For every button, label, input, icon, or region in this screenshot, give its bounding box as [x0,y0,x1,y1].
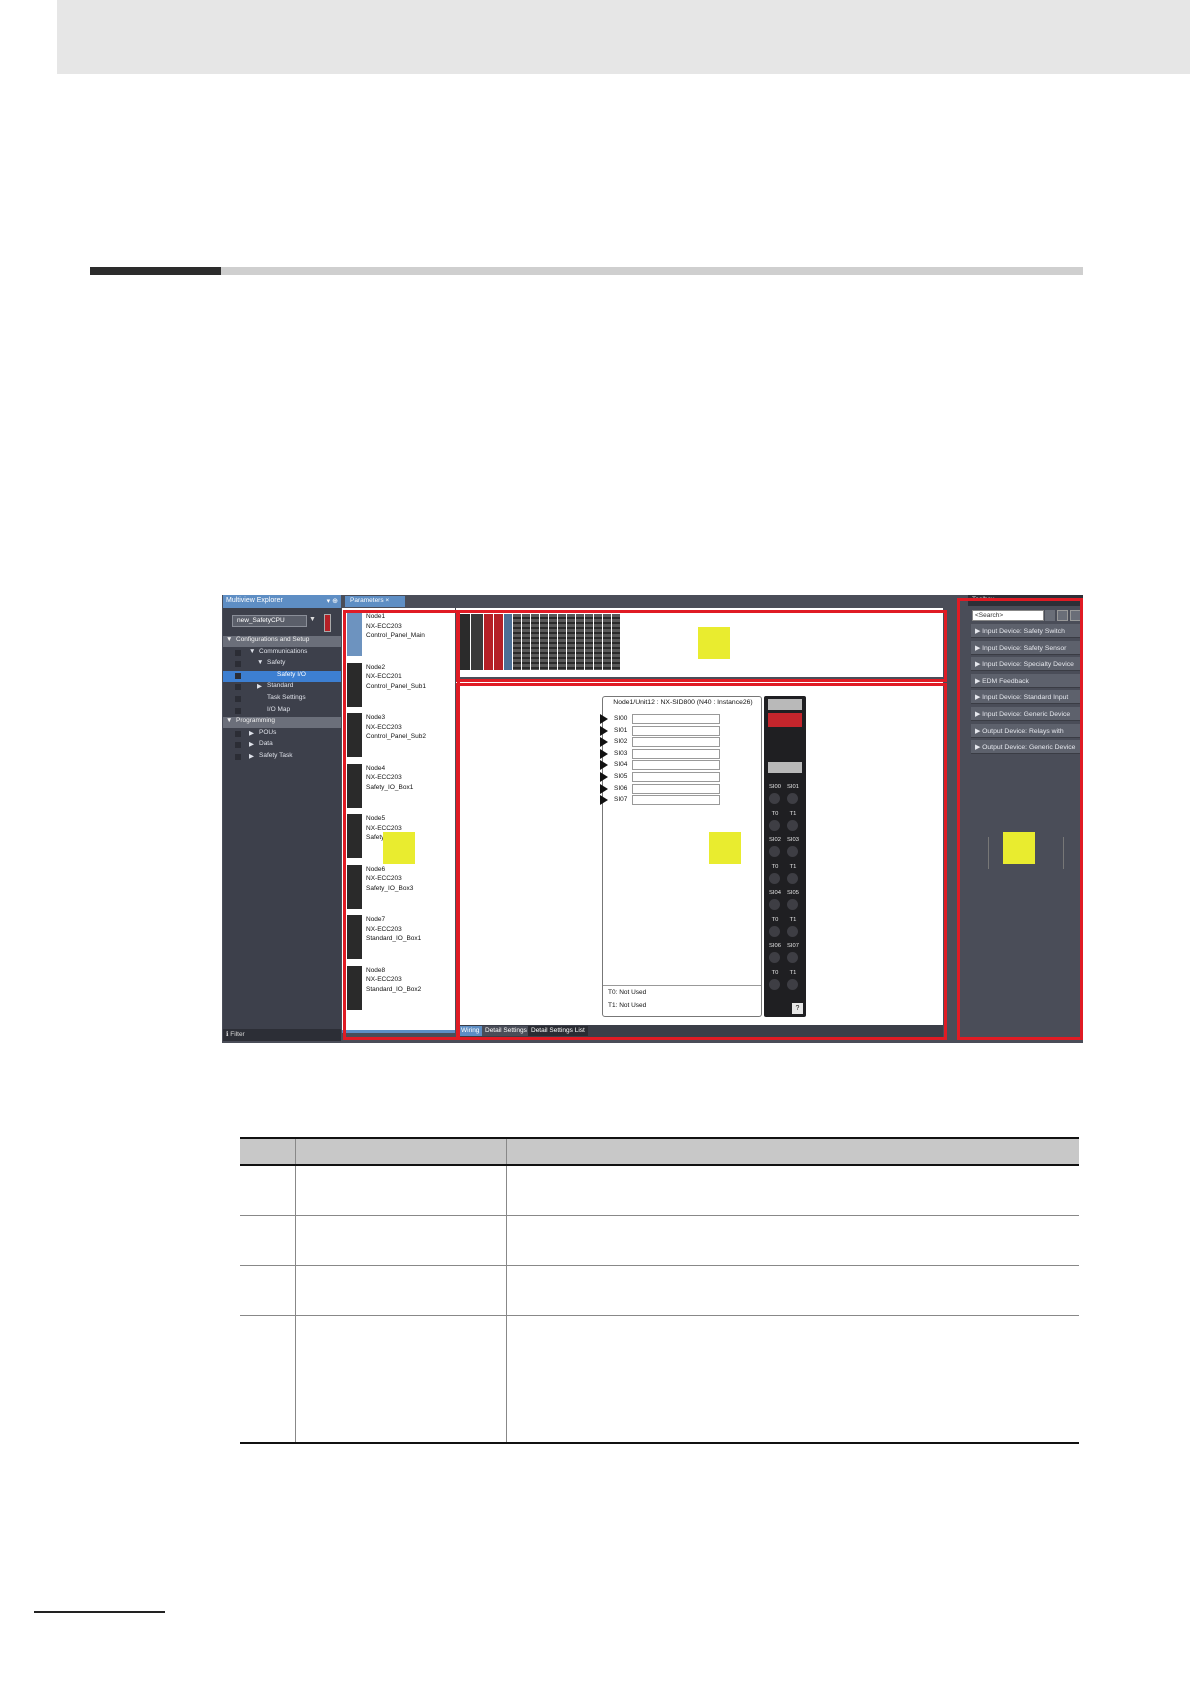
tree-item[interactable]: ▼ Communications [223,648,341,659]
table-row [240,1215,1079,1266]
checkbox-icon [235,754,241,760]
footer-rule [34,1611,165,1613]
tree-item-label: I/O Map [267,705,291,713]
callout-frame-wiring [456,683,947,1040]
callout-marker [709,832,741,864]
callout-marker [698,627,730,659]
filter-bar[interactable]: ℹ Filter [223,1029,341,1041]
tree-item[interactable]: I/O Map [223,706,341,717]
tree-item[interactable]: ▶ POUs [223,729,341,740]
checkbox-icon [235,672,241,679]
callout-marker [1003,832,1035,864]
expand-icon[interactable]: ▶ [257,682,262,690]
tree-item[interactable]: Safety I/O [223,670,341,682]
software-screenshot: Multiview Explorer ▾ ⊕ new_SafetyCPU ▼ ▼… [222,595,1083,1043]
checkbox-icon [235,684,241,691]
table-header-cell [295,1137,507,1166]
tree-item-label: Safety [267,659,286,667]
tab-parameters[interactable]: Parameters × [345,596,405,607]
tree-item-label: Communications [259,647,308,655]
callout-frame-toolbox [957,598,1083,1040]
checkbox-icon [235,742,241,749]
header-band [57,0,1190,74]
tree-item-label: Configurations and Setup [236,636,310,643]
tree-item[interactable]: ▶ Data [223,740,341,751]
tree-item[interactable]: ▼ Programming [223,717,341,729]
description-table [240,1137,1079,1444]
expand-icon[interactable]: ▼ [249,648,255,655]
checkbox-icon [235,730,241,737]
chevron-down-icon[interactable]: ▼ [309,616,316,623]
tree-item[interactable]: ▶ Standard [223,682,341,693]
callout-marker [383,832,415,864]
table-row [240,1315,1079,1444]
controller-status-icon [324,614,331,632]
tree-item[interactable]: ▶ Safety Task [223,752,341,763]
filter-label: Filter [230,1031,245,1038]
table-header-cell [506,1137,1079,1166]
expand-icon[interactable]: ▼ [257,659,263,666]
tree-item-label: Task Settings [267,694,306,701]
tree-item[interactable]: Task Settings [223,694,341,705]
tree-item-label: Programming [236,717,276,725]
tree-item-label: POUs [259,728,277,736]
table-header-cell [240,1137,296,1166]
expand-icon[interactable]: ▼ [226,717,232,724]
tree-item[interactable]: ▼ Configurations and Setup [223,636,341,647]
expand-icon[interactable]: ▼ [226,636,232,643]
multiview-explorer: Multiview Explorer ▾ ⊕ new_SafetyCPU ▼ ▼… [223,595,341,1041]
table-header-row [240,1137,1079,1166]
tree-item-label: Standard [267,682,294,690]
tree-item-label: Safety I/O [277,670,306,678]
section-rule-dark [90,267,221,275]
tree-item-label: Data [259,740,273,748]
callout-frame-node-list [343,610,460,1040]
expand-icon[interactable]: ▶ [249,729,254,737]
checkbox-icon [235,661,241,668]
section-rule-light [221,267,1083,275]
checkbox-icon [235,707,241,714]
controller-select[interactable]: new_SafetyCPU [232,615,307,627]
tree-item[interactable]: ▼ Safety [223,659,341,670]
pin-icon[interactable]: ▾ ⊕ [327,597,338,605]
checkbox-icon [235,649,241,656]
explorer-title: Multiview Explorer [223,595,341,608]
expand-icon[interactable]: ▶ [249,752,254,760]
table-row [240,1265,1079,1316]
expand-icon[interactable]: ▶ [249,740,254,748]
table-row [240,1165,1079,1216]
tree-item-label: Safety Task [259,752,293,759]
checkbox-icon [235,696,241,702]
